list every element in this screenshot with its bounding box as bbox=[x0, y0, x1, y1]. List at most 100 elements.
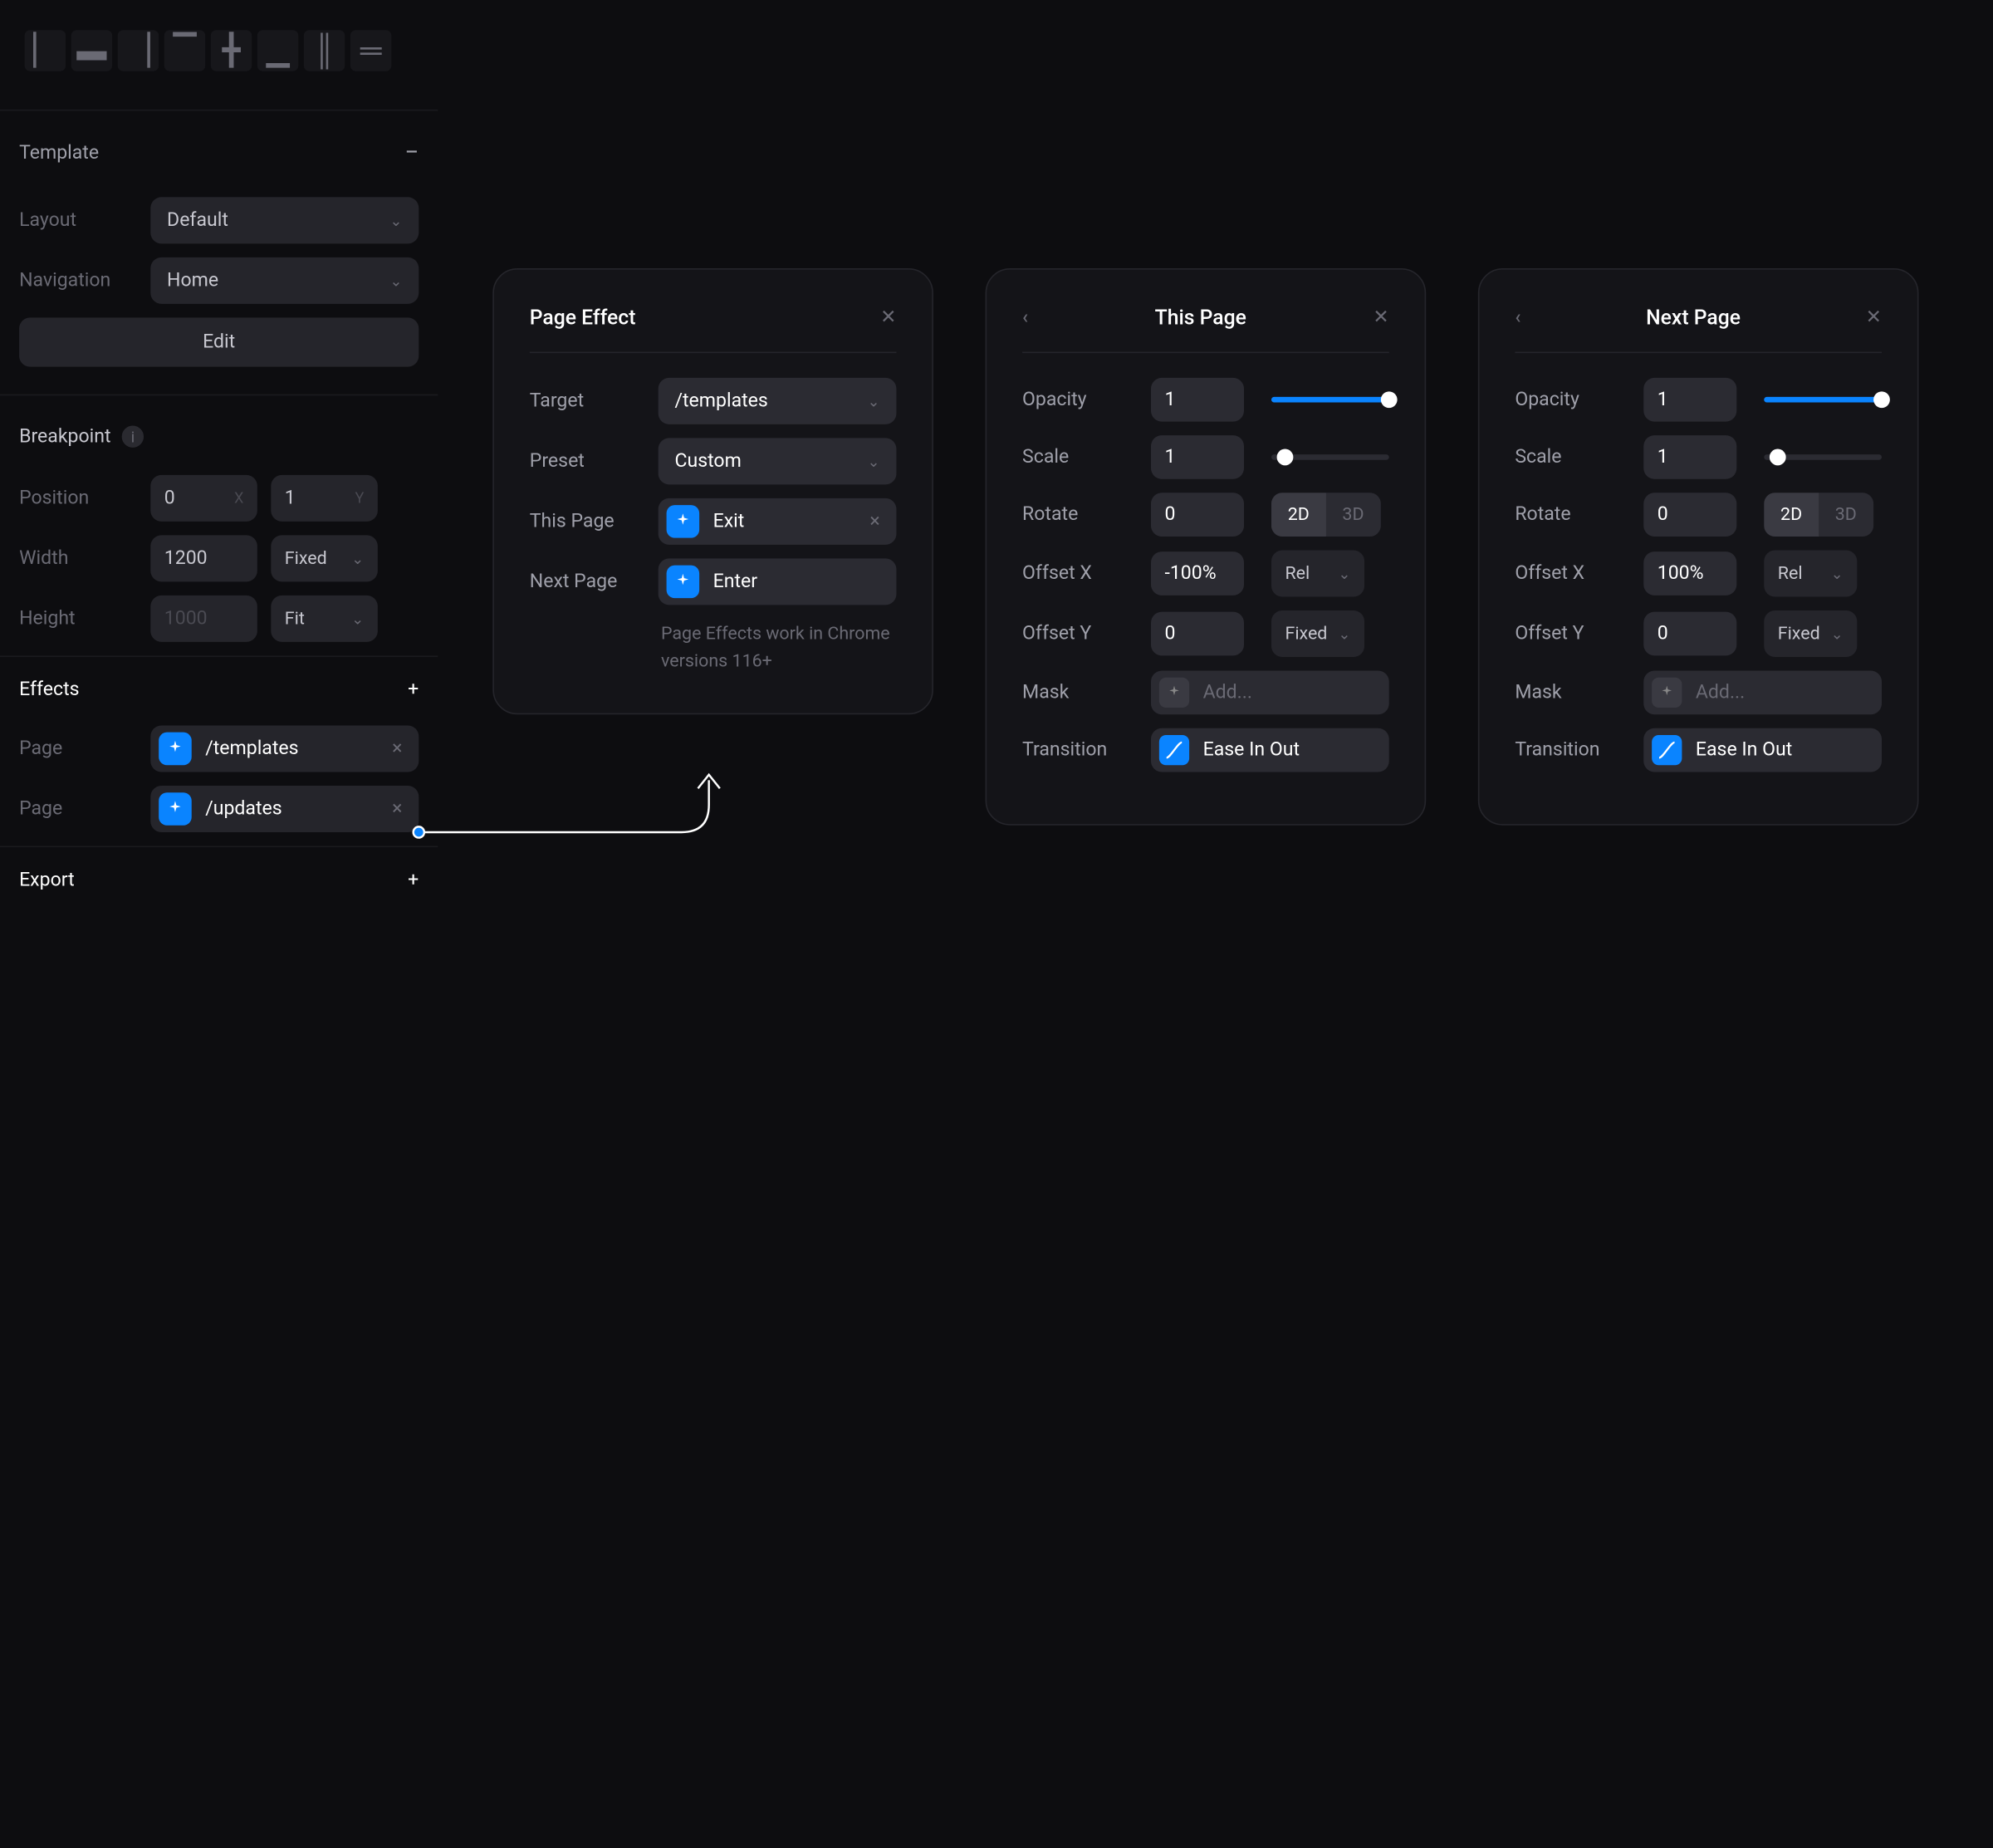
next-page-value: Enter bbox=[713, 571, 757, 592]
sparkle-icon bbox=[667, 505, 700, 538]
mask-placeholder: Add... bbox=[1203, 682, 1252, 703]
align-center-h-icon[interactable]: ▬ bbox=[71, 30, 112, 71]
export-title: Export bbox=[19, 869, 75, 890]
height-input[interactable] bbox=[150, 596, 257, 642]
align-bottom-icon[interactable]: ▁ bbox=[257, 30, 298, 71]
info-icon[interactable]: i bbox=[122, 426, 144, 448]
offset-y-unit-value: Fixed bbox=[1778, 624, 1820, 645]
effect-page-label: Page bbox=[19, 798, 137, 820]
target-label: Target bbox=[530, 390, 644, 412]
offset-x-unit-select[interactable]: Rel ⌄ bbox=[1764, 550, 1857, 596]
edit-button[interactable]: Edit bbox=[19, 317, 419, 366]
position-label: Position bbox=[19, 488, 137, 509]
opacity-input[interactable] bbox=[1643, 378, 1736, 422]
back-button[interactable]: ‹ bbox=[1515, 306, 1520, 328]
align-center-v-icon[interactable]: ╋ bbox=[211, 30, 252, 71]
page-effect-popover: Page Effect ✕ Target /templates⌄ Preset … bbox=[492, 268, 933, 714]
transition-select[interactable]: Ease In Out bbox=[1151, 728, 1389, 772]
distribute-v-icon[interactable]: ═ bbox=[350, 30, 391, 71]
offset-y-input[interactable] bbox=[1643, 612, 1736, 656]
collapse-icon[interactable]: − bbox=[404, 138, 419, 167]
height-unit-select[interactable]: Fit ⌄ bbox=[271, 596, 378, 642]
align-toolbar: ▏ ▬ ▕ ▔ ╋ ▁ ║ ═ bbox=[19, 19, 419, 99]
chevron-down-icon: ⌄ bbox=[351, 550, 364, 567]
this-page-token[interactable]: Exit × bbox=[659, 498, 897, 545]
next-page-token[interactable]: Enter bbox=[659, 558, 897, 605]
breakpoint-title: Breakpoint bbox=[19, 426, 110, 448]
effect-templates-chip[interactable]: /templates × bbox=[150, 725, 419, 772]
offset-y-unit-value: Fixed bbox=[1285, 624, 1327, 645]
align-right-icon[interactable]: ▕ bbox=[118, 30, 159, 71]
transition-value: Ease In Out bbox=[1696, 739, 1792, 761]
remove-token-button[interactable]: × bbox=[861, 511, 888, 532]
rotate-label: Rotate bbox=[1515, 503, 1629, 525]
effect-chip-label: /templates bbox=[205, 738, 370, 759]
preset-select[interactable]: Custom⌄ bbox=[659, 438, 897, 484]
transition-value: Ease In Out bbox=[1203, 739, 1300, 761]
align-top-icon[interactable]: ▔ bbox=[164, 30, 205, 71]
remove-effect-button[interactable]: × bbox=[384, 798, 410, 820]
offset-x-unit-value: Rel bbox=[1778, 563, 1803, 584]
scale-input[interactable] bbox=[1151, 435, 1244, 479]
scale-slider[interactable] bbox=[1271, 454, 1389, 460]
segment-2d[interactable]: 2D bbox=[1271, 493, 1326, 537]
target-select[interactable]: /templates⌄ bbox=[659, 378, 897, 424]
chevron-down-icon: ⌄ bbox=[351, 610, 364, 627]
sidebar: ▏ ▬ ▕ ▔ ╋ ▁ ║ ═ Template − Layout Defaul… bbox=[0, 0, 438, 1848]
offset-x-label: Offset X bbox=[1022, 562, 1137, 584]
segment-3d[interactable]: 3D bbox=[1819, 493, 1873, 537]
distribute-h-icon[interactable]: ║ bbox=[304, 30, 345, 71]
next-page-title: Next Page bbox=[1646, 306, 1741, 331]
effect-updates-chip[interactable]: /updates × bbox=[150, 786, 419, 832]
chevron-down-icon: ⌄ bbox=[389, 272, 402, 289]
breakpoint-header: Breakpoint i bbox=[19, 406, 419, 461]
template-title: Template bbox=[19, 142, 99, 164]
opacity-label: Opacity bbox=[1515, 389, 1629, 410]
rotate-input[interactable] bbox=[1643, 493, 1736, 537]
offset-y-input[interactable] bbox=[1151, 612, 1244, 656]
width-unit-select[interactable]: Fixed⌄ bbox=[271, 535, 378, 581]
template-section-header[interactable]: Template − bbox=[19, 122, 419, 184]
connector-arrow bbox=[408, 767, 737, 849]
rotate-mode-segment[interactable]: 2D 3D bbox=[1271, 493, 1380, 537]
opacity-slider[interactable] bbox=[1271, 397, 1389, 403]
opacity-slider[interactable] bbox=[1764, 397, 1882, 403]
rotate-input[interactable] bbox=[1151, 493, 1244, 537]
back-button[interactable]: ‹ bbox=[1022, 306, 1028, 328]
add-export-button[interactable]: + bbox=[408, 869, 419, 890]
scale-slider[interactable] bbox=[1764, 454, 1882, 460]
height-label: Height bbox=[19, 608, 137, 630]
offset-y-unit-select[interactable]: Fixed⌄ bbox=[1271, 610, 1364, 657]
mask-add-button[interactable]: Add... bbox=[1643, 671, 1882, 715]
mask-placeholder: Add... bbox=[1696, 682, 1745, 703]
close-button[interactable]: ✕ bbox=[880, 306, 896, 328]
add-effect-button[interactable]: + bbox=[408, 679, 419, 700]
layout-select[interactable]: Default ⌄ bbox=[150, 197, 419, 243]
preset-label: Preset bbox=[530, 450, 644, 472]
offset-y-unit-select[interactable]: Fixed⌄ bbox=[1764, 610, 1857, 657]
mask-add-button[interactable]: Add... bbox=[1151, 671, 1389, 715]
height-unit-value: Fit bbox=[285, 609, 305, 630]
chevron-down-icon: ⌄ bbox=[1831, 565, 1844, 582]
align-left-icon[interactable]: ▏ bbox=[25, 30, 66, 71]
this-page-value: Exit bbox=[713, 511, 745, 532]
transition-select[interactable]: Ease In Out bbox=[1643, 728, 1882, 772]
offset-x-unit-select[interactable]: Rel⌄ bbox=[1271, 550, 1364, 596]
navigation-select[interactable]: Home ⌄ bbox=[150, 257, 419, 304]
scale-input[interactable] bbox=[1643, 435, 1736, 479]
rotate-mode-segment[interactable]: 2D 3D bbox=[1764, 493, 1873, 537]
sparkle-icon bbox=[1159, 678, 1189, 708]
offset-x-input[interactable] bbox=[1643, 551, 1736, 596]
remove-effect-button[interactable]: × bbox=[384, 738, 410, 759]
this-page-title: This Page bbox=[1155, 306, 1246, 331]
opacity-input[interactable] bbox=[1151, 378, 1244, 422]
width-input[interactable] bbox=[150, 535, 257, 581]
segment-2d[interactable]: 2D bbox=[1764, 493, 1819, 537]
layout-value: Default bbox=[167, 209, 228, 231]
close-button[interactable]: ✕ bbox=[1866, 306, 1882, 328]
segment-3d[interactable]: 3D bbox=[1326, 493, 1381, 537]
navigation-label: Navigation bbox=[19, 270, 137, 292]
offset-x-input[interactable] bbox=[1151, 551, 1244, 596]
chevron-down-icon: ⌄ bbox=[389, 212, 402, 229]
close-button[interactable]: ✕ bbox=[1373, 306, 1388, 328]
